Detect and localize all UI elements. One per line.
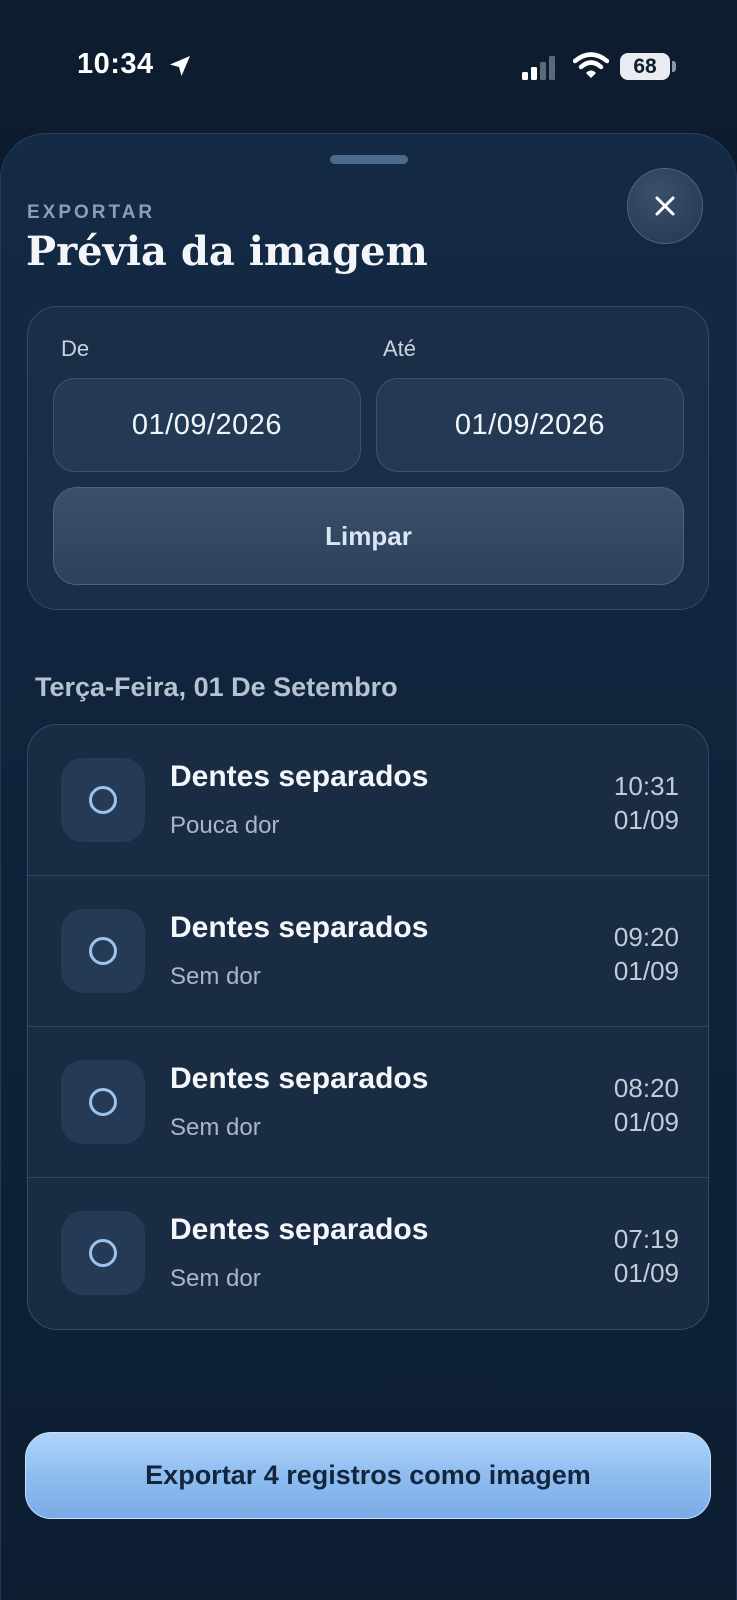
status-time: 10:34: [77, 48, 154, 80]
record-time: 10:31: [613, 771, 679, 801]
record-title: Dentes separados: [170, 760, 429, 793]
page-title: Prévia da imagem: [26, 228, 428, 275]
battery-nub: [672, 61, 676, 72]
cellular-signal-icon: [522, 56, 555, 80]
record-date: 01/09: [613, 1107, 679, 1137]
record-subtitle: Sem dor: [170, 1114, 261, 1141]
record-time: 08:20: [613, 1073, 679, 1103]
from-date-field[interactable]: 01/09/2026: [53, 378, 361, 472]
record-subtitle: Pouca dor: [170, 812, 280, 839]
record-time: 09:20: [613, 922, 679, 952]
status-bar: 10:34 68: [0, 0, 737, 130]
ring-icon: [89, 937, 117, 965]
close-icon: [655, 196, 675, 216]
record-title: Dentes separados: [170, 911, 429, 944]
ring-icon: [89, 786, 117, 814]
list-item[interactable]: Dentes separados Pouca dor 10:31 01/09: [28, 725, 708, 876]
close-button[interactable]: [627, 168, 703, 244]
ring-icon: [89, 1088, 117, 1116]
record-icon-box: [61, 758, 145, 842]
to-label: Até: [383, 336, 417, 361]
record-date: 01/09: [613, 805, 679, 835]
record-date: 01/09: [613, 956, 679, 986]
record-subtitle: Sem dor: [170, 1265, 261, 1292]
location-arrow-icon: [170, 56, 190, 76]
battery-icon: 68: [620, 53, 670, 80]
record-date: 01/09: [613, 1258, 679, 1288]
record-icon-box: [61, 1060, 145, 1144]
day-header: Terça-Feira, 01 De Setembro: [35, 672, 398, 702]
sheet-grabber[interactable]: [330, 155, 408, 164]
ring-icon: [89, 1239, 117, 1267]
clear-button[interactable]: Limpar: [53, 487, 684, 585]
record-icon-box: [61, 1211, 145, 1295]
record-subtitle: Sem dor: [170, 963, 261, 990]
to-date-field[interactable]: 01/09/2026: [376, 378, 684, 472]
list-item[interactable]: Dentes separados Sem dor 07:19 01/09: [28, 1178, 708, 1329]
list-item[interactable]: Dentes separados Sem dor 08:20 01/09: [28, 1027, 708, 1178]
from-label: De: [61, 336, 90, 361]
record-icon-box: [61, 909, 145, 993]
export-button[interactable]: Exportar 4 registros como imagem: [25, 1432, 711, 1519]
record-time: 07:19: [613, 1224, 679, 1254]
list-item[interactable]: Dentes separados Sem dor 09:20 01/09: [28, 876, 708, 1027]
records-list: Dentes separados Pouca dor 10:31 01/09 D…: [27, 724, 709, 1330]
record-title: Dentes separados: [170, 1213, 429, 1246]
section-kicker: EXPORTAR: [27, 202, 156, 223]
wifi-icon: [573, 52, 609, 78]
record-title: Dentes separados: [170, 1062, 429, 1095]
